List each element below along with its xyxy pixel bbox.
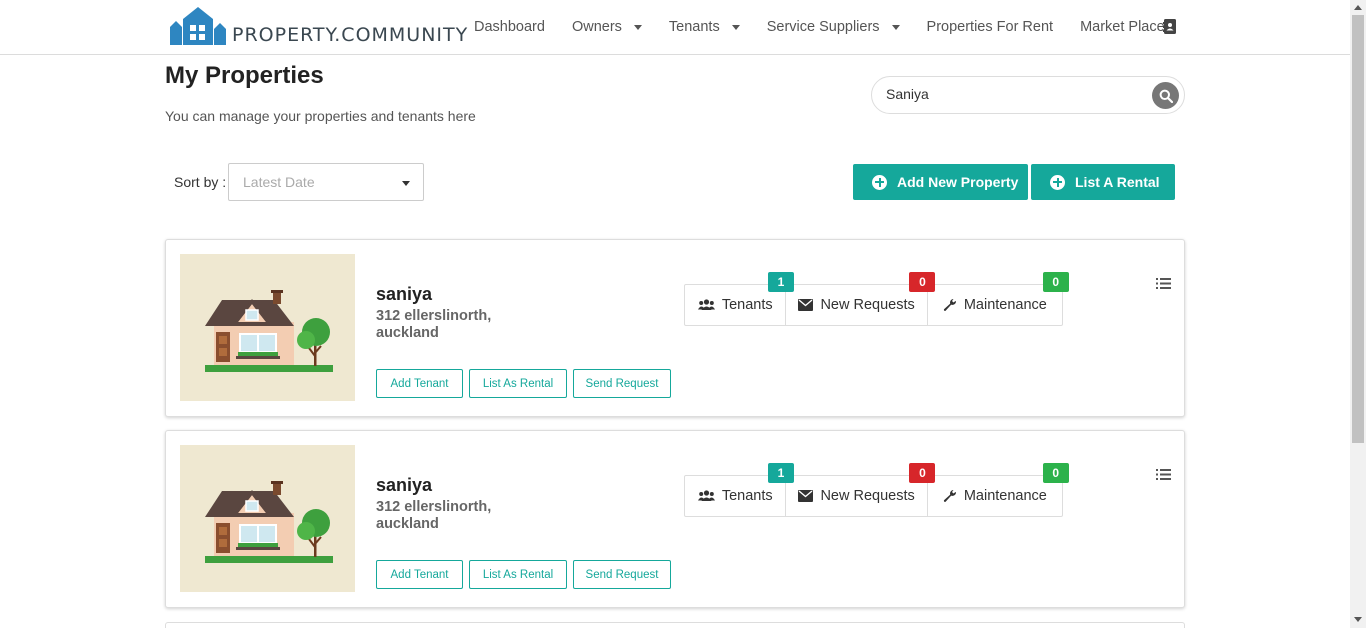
send-request-button[interactable]: Send Request — [573, 560, 671, 589]
property-image — [180, 445, 355, 592]
property-card: saniya 312 ellerslinorth, auckland Add T… — [165, 239, 1185, 417]
send-request-button[interactable]: Send Request — [573, 369, 671, 398]
property-card-partial — [165, 622, 1185, 628]
add-new-property-button[interactable]: Add New Property — [853, 164, 1028, 200]
nav-market-place[interactable]: Market Place — [1080, 19, 1165, 35]
house-illustration-icon — [205, 290, 333, 372]
list-a-rental-label: List A Rental — [1075, 174, 1160, 190]
users-icon — [697, 490, 715, 502]
nav-properties-for-rent-label: Properties For Rent — [926, 19, 1054, 35]
contact-book-icon[interactable] — [1163, 19, 1177, 34]
maintenance-stat-label: Maintenance — [963, 297, 1047, 313]
property-address: 312 ellerslinorth, auckland — [376, 499, 492, 532]
house-illustration-icon — [205, 481, 333, 563]
list-a-rental-button[interactable]: List A Rental — [1031, 164, 1175, 200]
scroll-thumb[interactable] — [1352, 15, 1364, 443]
scroll-down-arrow-icon[interactable] — [1354, 617, 1362, 622]
sort-select[interactable]: Latest Date — [228, 163, 424, 201]
new-requests-stat[interactable]: 0 New Requests — [786, 272, 936, 325]
search-icon — [1159, 89, 1173, 103]
caret-down-icon — [402, 181, 410, 186]
brand-logo[interactable]: PROPERTY.COMMUNITY — [168, 5, 468, 45]
page-subtitle: You can manage your properties and tenan… — [165, 108, 476, 124]
list-menu-icon[interactable] — [1156, 277, 1171, 290]
caret-down-icon — [731, 24, 740, 30]
nav-owners-label: Owners — [571, 19, 622, 35]
maintenance-stat[interactable]: 0 Maintenance — [928, 463, 1069, 516]
house-logo-icon — [170, 7, 226, 45]
sort-label: Sort by : — [174, 174, 227, 190]
wrench-icon — [943, 489, 957, 503]
nav-owners[interactable]: Owners — [572, 19, 642, 35]
maintenance-stat[interactable]: 0 Maintenance — [928, 272, 1069, 325]
maintenance-stat-label: Maintenance — [963, 488, 1047, 504]
search-button[interactable] — [1152, 82, 1179, 109]
plus-circle-icon — [872, 174, 887, 190]
maintenance-count-badge: 0 — [1042, 463, 1069, 483]
list-menu-icon[interactable] — [1156, 468, 1171, 481]
users-icon — [697, 299, 715, 311]
scroll-up-arrow-icon[interactable] — [1354, 5, 1362, 10]
search-box — [871, 76, 1185, 114]
nav-tenants-label: Tenants — [668, 19, 720, 35]
add-new-property-label: Add New Property — [897, 174, 1019, 190]
tenants-stat-label: Tenants — [721, 488, 773, 504]
nav-dashboard-label: Dashboard — [474, 19, 545, 35]
property-address: 312 ellerslinorth, auckland — [376, 308, 492, 341]
page-title: My Properties — [165, 62, 324, 89]
top-navbar: PROPERTY.COMMUNITY Dashboard Owners Tena… — [0, 0, 1350, 55]
envelope-icon — [798, 490, 814, 502]
property-name[interactable]: saniya — [376, 284, 432, 305]
main-nav: Dashboard Owners Tenants Service Supplie… — [474, 0, 1192, 54]
list-as-rental-button[interactable]: List As Rental — [469, 560, 567, 589]
property-name[interactable]: saniya — [376, 475, 432, 496]
brand-name: PROPERTY.COMMUNITY — [232, 24, 469, 46]
page-scrollbar[interactable] — [1350, 0, 1366, 628]
property-stats: 1 Tenants 0 New Requests 0 Maintenance — [684, 272, 1069, 326]
caret-down-icon — [891, 24, 900, 30]
nav-service-suppliers[interactable]: Service Suppliers — [767, 19, 900, 35]
property-image — [180, 254, 355, 401]
nav-service-suppliers-label: Service Suppliers — [766, 19, 880, 35]
envelope-icon — [798, 299, 814, 311]
tenants-stat-label: Tenants — [721, 297, 773, 313]
wrench-icon — [943, 298, 957, 312]
search-input[interactable] — [886, 86, 1136, 102]
tenants-stat[interactable]: 1 Tenants — [685, 272, 794, 325]
new-requests-stat[interactable]: 0 New Requests — [786, 463, 936, 516]
list-as-rental-button[interactable]: List As Rental — [469, 369, 567, 398]
nav-tenants[interactable]: Tenants — [669, 19, 740, 35]
add-tenant-button[interactable]: Add Tenant — [376, 560, 463, 589]
sort-select-value: Latest Date — [243, 174, 315, 190]
new-requests-stat-label: New Requests — [820, 488, 915, 504]
new-requests-stat-label: New Requests — [820, 297, 915, 313]
nav-properties-for-rent[interactable]: Properties For Rent — [927, 19, 1054, 35]
maintenance-count-badge: 0 — [1042, 272, 1069, 292]
tenants-stat[interactable]: 1 Tenants — [685, 463, 794, 516]
nav-dashboard[interactable]: Dashboard — [474, 19, 545, 35]
caret-down-icon — [633, 24, 642, 30]
plus-circle-icon — [1050, 174, 1065, 190]
nav-market-place-label: Market Place — [1080, 19, 1165, 35]
property-stats: 1 Tenants 0 New Requests 0 Maintenance — [684, 463, 1069, 517]
add-tenant-button[interactable]: Add Tenant — [376, 369, 463, 398]
property-card: saniya 312 ellerslinorth, auckland Add T… — [165, 430, 1185, 608]
